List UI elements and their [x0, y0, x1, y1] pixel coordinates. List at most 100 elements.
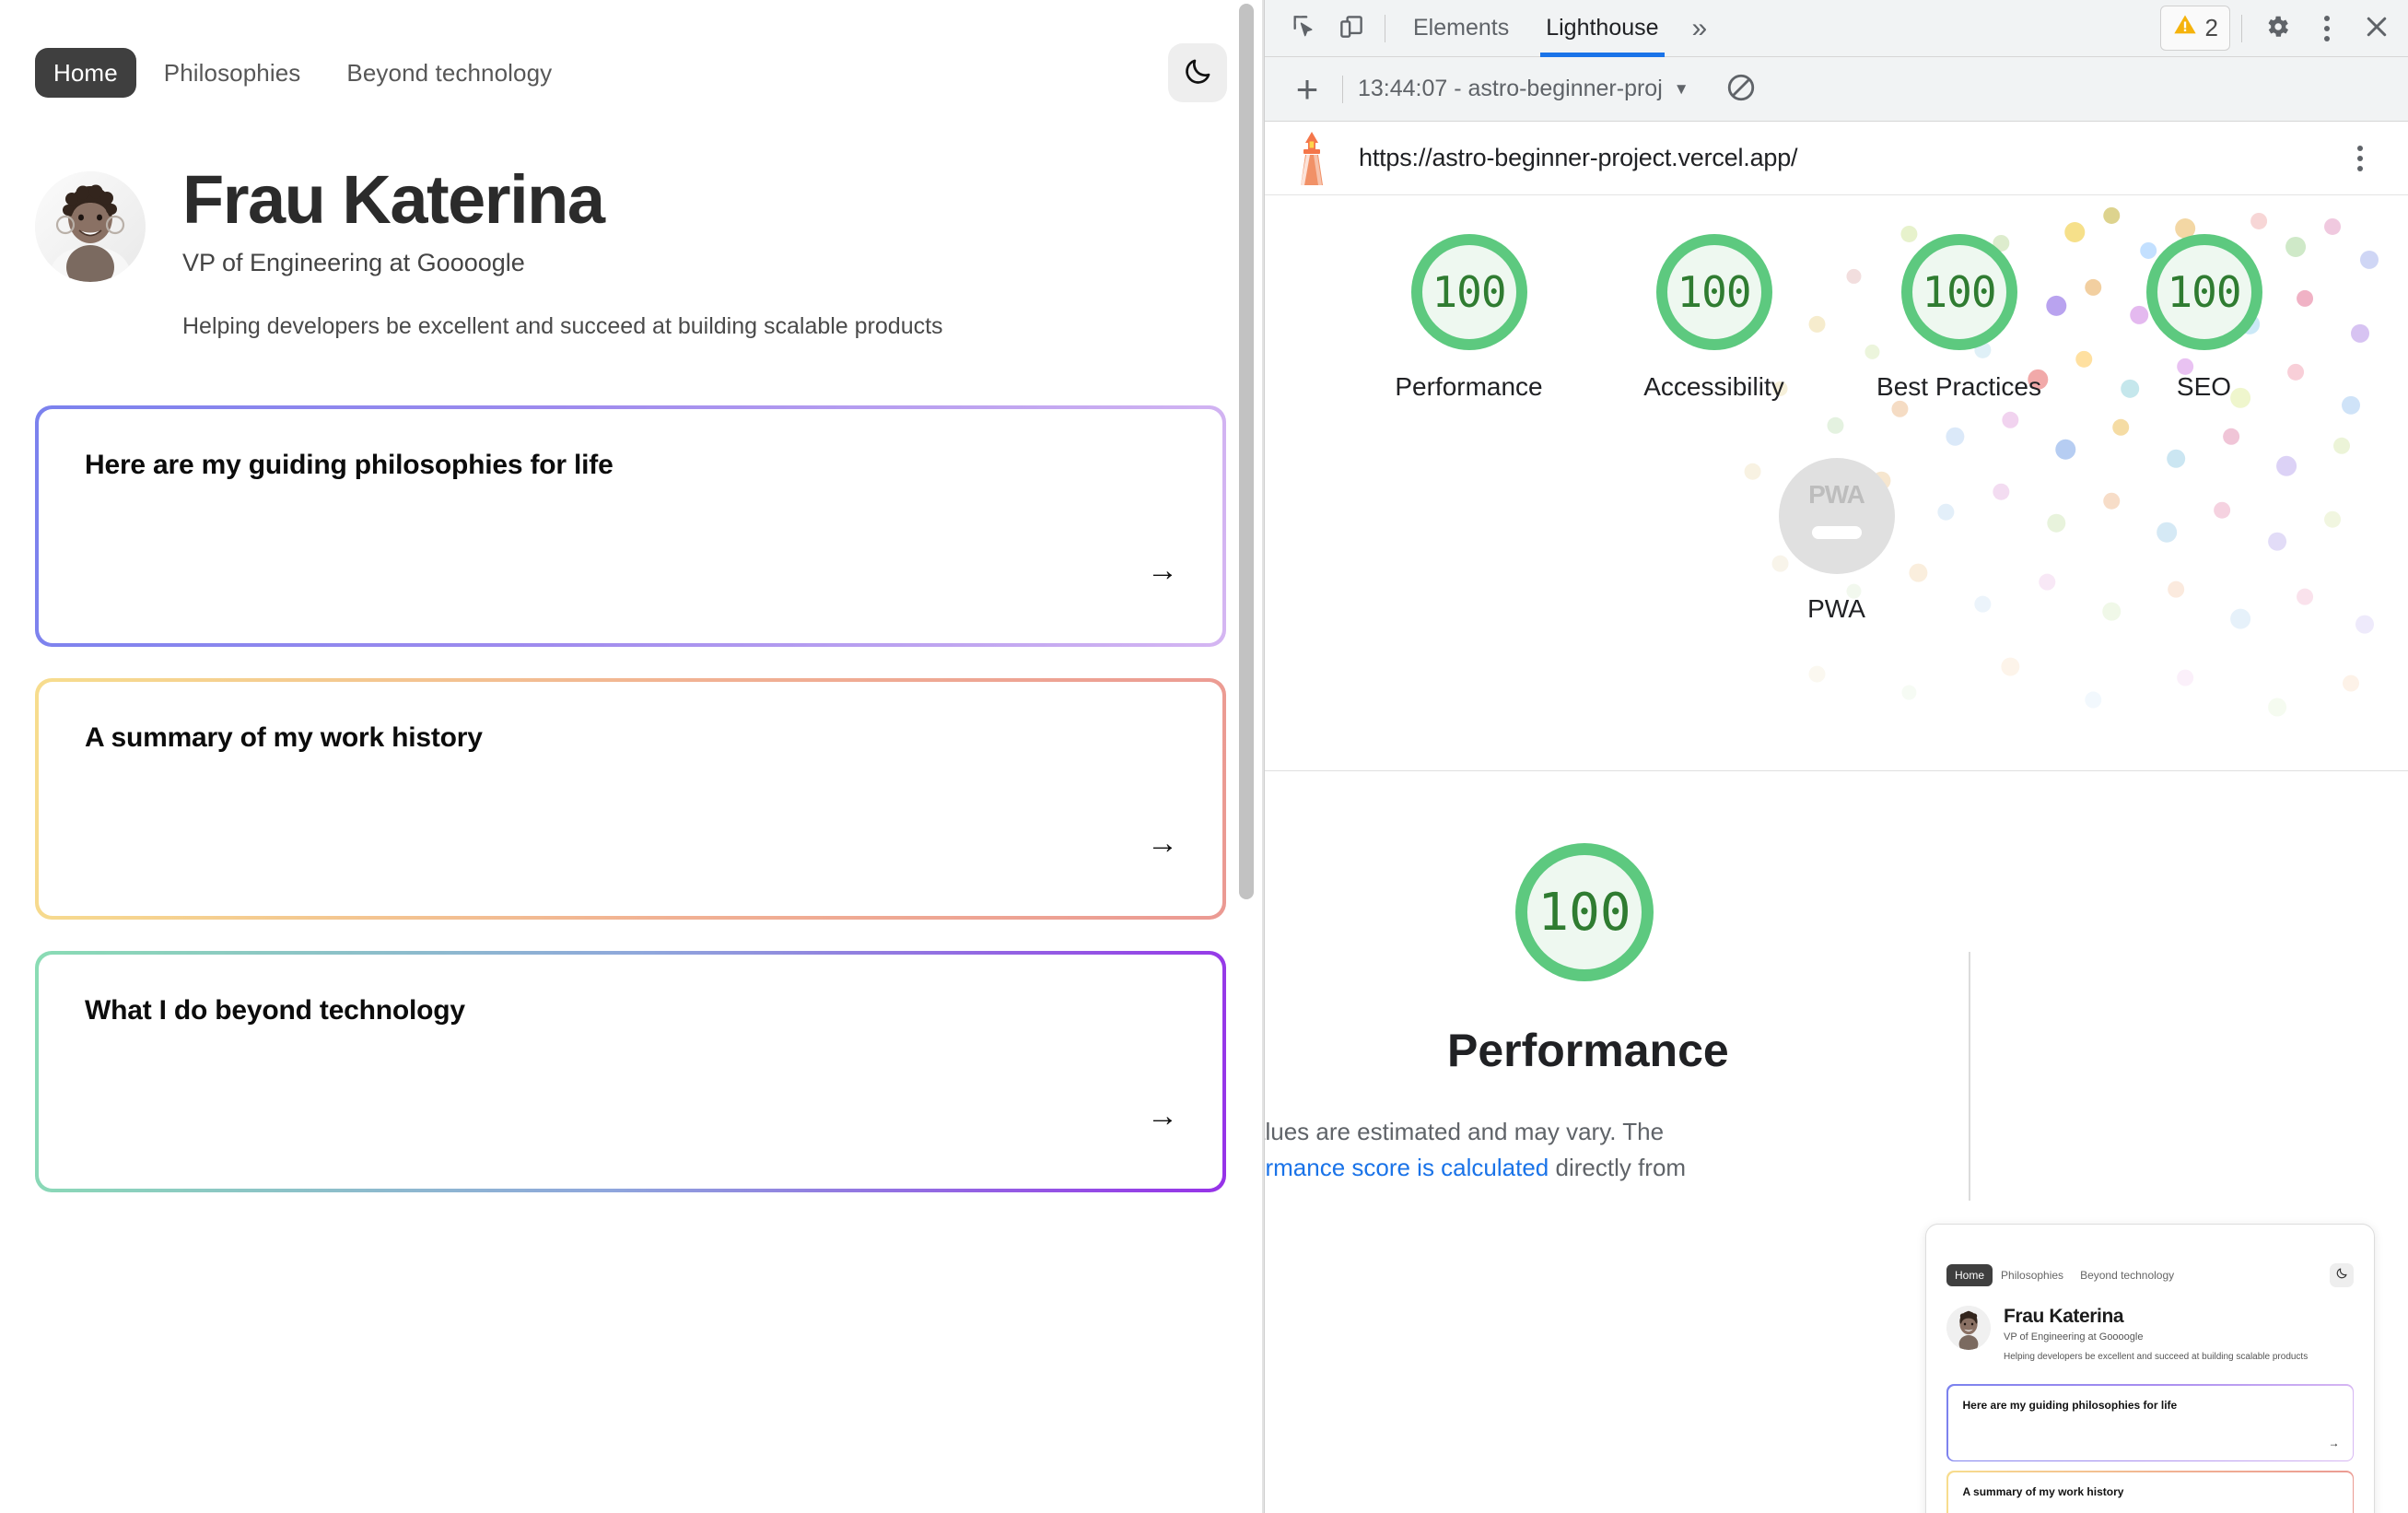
nav-item-philosophies[interactable]: Philosophies	[146, 48, 320, 98]
gauge-accessibility[interactable]: 100 Accessibility	[1609, 234, 1819, 403]
tab-elements[interactable]: Elements	[1395, 0, 1527, 57]
thumbnail-card-title: Here are my guiding philosophies for lif…	[1962, 1398, 2178, 1412]
device-toolbar-icon	[1338, 13, 1365, 43]
page-screenshot-thumbnail[interactable]: Home Philosophies Beyond technology Frau…	[1925, 1224, 2375, 1513]
audited-url: https://astro-beginner-project.vercel.ap…	[1359, 144, 1798, 171]
score-gauges: 100 Performance 100 Accessibility 100 Be…	[1265, 223, 2408, 403]
gauge-ring: 100	[1410, 234, 1527, 350]
gauge-ring: 100	[2145, 234, 2262, 350]
gauge-score: 100	[2167, 267, 2241, 317]
performance-section: 100 Performance alues are estimated and …	[1265, 771, 2408, 1201]
website-preview-pane: Home Philosophies Beyond technology Frau…	[0, 0, 1264, 1513]
profile-header: Frau Katerina VP of Engineering at Goooo…	[35, 162, 1227, 343]
card-title: A summary of my work history	[85, 722, 483, 754]
arrow-right-icon: →	[1147, 826, 1178, 862]
thumbnail-role: VP of Engineering at Goooogle	[2004, 1331, 2144, 1343]
gauge-best-practices[interactable]: 100 Best Practices	[1854, 234, 2064, 403]
thumbnail-nav-home: Home	[1946, 1264, 1993, 1286]
thumbnail-card-title: A summary of my work history	[1962, 1484, 2124, 1498]
thumbnail-nav-beyond-technology: Beyond technology	[2080, 1269, 2175, 1282]
kebab-menu-icon	[2357, 145, 2363, 171]
pane-divider	[1262, 0, 1264, 1513]
card-philosophies[interactable]: Here are my guiding philosophies for lif…	[35, 405, 1226, 648]
performance-note-line1: alues are estimated and may vary. The	[1265, 1118, 1665, 1145]
thumbnail-navbar: Home Philosophies Beyond technology	[1946, 1263, 2354, 1287]
inspect-element-button[interactable]	[1280, 7, 1327, 50]
nav-links: Home Philosophies Beyond technology	[35, 48, 570, 98]
gear-icon	[2263, 13, 2291, 43]
gauge-ring: 100	[1655, 234, 1772, 350]
inspect-element-icon	[1290, 13, 1317, 43]
performance-gauge: 100	[1515, 843, 1654, 981]
warning-badge[interactable]: 2	[2159, 6, 2230, 51]
thumbnail-name: Frau Katerina	[2004, 1306, 2124, 1327]
tab-lighthouse[interactable]: Lighthouse	[1527, 0, 1677, 57]
devtools-toolbar: Elements Lighthouse » 2	[1265, 0, 2408, 57]
performance-note-link[interactable]: ormance score is calculated	[1265, 1154, 1549, 1181]
thumbnail-nav-philosophies: Philosophies	[2001, 1269, 2064, 1282]
kebab-menu-icon	[2324, 15, 2330, 41]
performance-note-tail: directly from	[1549, 1154, 1687, 1181]
close-devtools-button[interactable]	[2353, 7, 2401, 50]
arrow-right-icon: →	[1147, 553, 1178, 589]
thumbnail-bio: Helping developers be excellent and succ…	[2004, 1352, 2309, 1362]
thumbnail-avatar	[1946, 1306, 1991, 1350]
card-title: What I do beyond technology	[85, 995, 465, 1026]
thumbnail-card-work-history: A summary of my work history →	[1946, 1471, 2354, 1513]
thumbnail-cards: Here are my guiding philosophies for lif…	[1946, 1384, 2354, 1513]
performance-note: alues are estimated and may vary. The or…	[1265, 1114, 2408, 1186]
gauge-seo[interactable]: 100 SEO	[2099, 234, 2309, 403]
devtools-panel: Elements Lighthouse » 2 + 13:44:07 - ast…	[1264, 0, 2408, 1513]
settings-button[interactable]	[2253, 7, 2301, 50]
toolbar-separator-2	[2241, 14, 2242, 42]
lighthouse-report: https://astro-beginner-project.vercel.ap…	[1265, 122, 2408, 1513]
performance-heading: Performance	[1447, 1025, 1729, 1076]
gauge-score: 100	[1677, 267, 1751, 317]
close-icon	[2363, 13, 2390, 43]
pwa-logo: PWA	[1808, 480, 1865, 509]
lighthouse-logo	[1289, 130, 1335, 187]
gauge-performance[interactable]: 100 Performance	[1364, 234, 1574, 403]
theme-toggle-button[interactable]	[1168, 43, 1227, 102]
chevron-down-icon: ▼	[1673, 79, 1689, 98]
thumbnail-profile: Frau Katerina VP of Engineering at Goooo…	[1946, 1306, 2354, 1364]
clear-audits-button[interactable]	[1715, 64, 1767, 115]
section-vertical-rule	[1969, 952, 1970, 1201]
lighthouse-subbar: + 13:44:07 - astro-beginner-proj ▼	[1265, 57, 2408, 122]
moon-icon	[1182, 56, 1213, 90]
page-scrollbar[interactable]	[1239, 0, 1254, 1513]
gauge-label: Best Practices	[1876, 372, 2041, 401]
warning-icon	[2172, 12, 2198, 44]
performance-score: 100	[1537, 882, 1631, 943]
page-title: Frau Katerina	[182, 161, 605, 238]
gauge-pwa[interactable]: PWA PWA	[1265, 458, 2408, 624]
gauge-score: 100	[1922, 267, 1996, 317]
thumbnail-card-philosophies: Here are my guiding philosophies for lif…	[1946, 1384, 2354, 1461]
more-tabs-button[interactable]: »	[1677, 13, 1723, 44]
scrollbar-thumb[interactable]	[1239, 4, 1254, 899]
site-navbar: Home Philosophies Beyond technology	[35, 37, 1227, 109]
gauge-label: Accessibility	[1643, 372, 1784, 401]
moon-icon	[2335, 1267, 2348, 1284]
new-audit-button[interactable]: +	[1281, 64, 1333, 115]
gauge-score: 100	[1432, 267, 1506, 317]
device-toolbar-button[interactable]	[1327, 7, 1375, 50]
audit-run-select[interactable]: 13:44:07 - astro-beginner-proj ▼	[1352, 72, 1695, 106]
devtools-menu-button[interactable]	[2303, 7, 2351, 50]
profile-role: VP of Engineering at Goooogle	[182, 248, 525, 276]
card-beyond-technology[interactable]: What I do beyond technology →	[35, 951, 1226, 1193]
subbar-separator	[1342, 75, 1343, 103]
report-header: https://astro-beginner-project.vercel.ap…	[1265, 122, 2408, 195]
card-work-history[interactable]: A summary of my work history →	[35, 678, 1226, 921]
report-options-button[interactable]	[2336, 137, 2384, 180]
gauge-label: SEO	[2176, 372, 2232, 401]
card-title: Here are my guiding philosophies for lif…	[85, 450, 614, 481]
nav-item-beyond-technology[interactable]: Beyond technology	[328, 48, 570, 98]
warning-count: 2	[2204, 14, 2218, 41]
score-gauges-section: 100 Performance 100 Accessibility 100 Be…	[1265, 195, 2408, 770]
nav-item-home[interactable]: Home	[35, 48, 136, 98]
audit-run-label: 13:44:07 - astro-beginner-proj	[1358, 76, 1663, 101]
content-card-list: Here are my guiding philosophies for lif…	[35, 405, 1227, 1193]
avatar	[35, 171, 146, 282]
pwa-badge: PWA	[1778, 458, 1895, 574]
